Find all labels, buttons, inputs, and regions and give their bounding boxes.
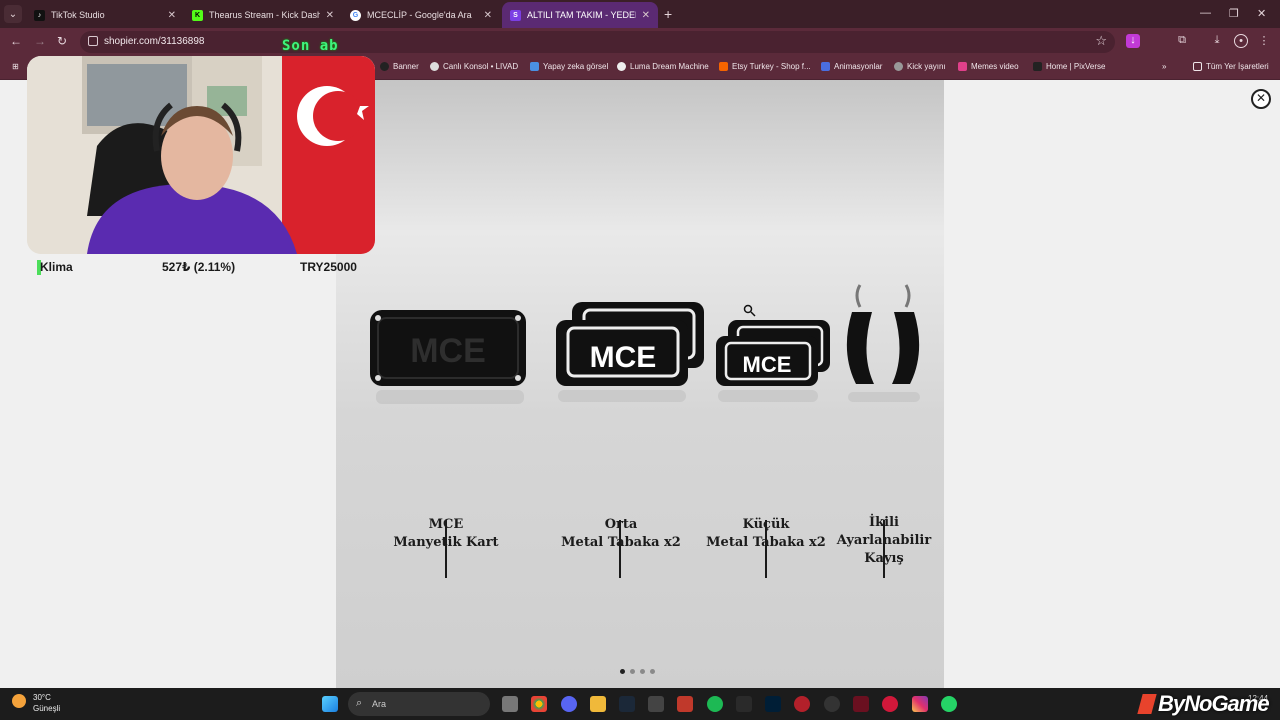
tab-search-button[interactable]: ⌄ (4, 5, 22, 23)
steam-icon[interactable] (619, 696, 635, 712)
brand-icon (1137, 694, 1157, 714)
all-bookmarks-folder[interactable]: Tüm Yer İşaretleri (1193, 62, 1269, 71)
bookmark-luma[interactable]: Luma Dream Machine (617, 62, 709, 71)
tiktok-icon: ♪ (34, 9, 45, 21)
profile-icon[interactable]: • (1234, 34, 1248, 48)
obs-icon[interactable] (824, 696, 840, 712)
bookmark-ai-image[interactable]: Yapay zeka görsel (530, 62, 608, 71)
more-bookmarks-icon[interactable]: » (1162, 62, 1166, 71)
close-lightbox-button[interactable]: ✕ (1251, 89, 1271, 109)
photoshop-icon[interactable] (765, 696, 781, 712)
start-icon[interactable] (322, 696, 338, 712)
close-tab-icon[interactable]: ✕ (168, 10, 176, 21)
restore-icon[interactable]: ❐ (1229, 7, 1239, 20)
kick-icon: K (192, 9, 203, 21)
ticker-price: TRY25000 (300, 260, 357, 274)
app-icon[interactable] (853, 696, 869, 712)
ticker-name: Klima (40, 260, 73, 274)
minimize-icon[interactable]: — (1200, 7, 1211, 19)
close-tab-icon[interactable]: ✕ (326, 10, 334, 21)
ticker-change: 527₺ (2.11%) (162, 260, 236, 274)
windows-taskbar: 30°C Güneşli ⌕ Ara 12:44 (0, 688, 1280, 720)
whatsapp-icon[interactable] (941, 696, 957, 712)
svg-text:MCE: MCE (743, 352, 792, 377)
tab-google[interactable]: G MCECLİP - Google'da Ara ✕ (342, 2, 500, 28)
item-label-medium-plates: Orta Metal Tabaka x2 (561, 517, 681, 550)
stream-overlay-text: Son ab (282, 38, 339, 54)
bookmark-animations[interactable]: Animasyonlar (821, 62, 882, 71)
app-icon[interactable] (794, 696, 810, 712)
svg-text:MCE: MCE (590, 341, 657, 374)
tab-tiktok[interactable]: ♪ TikTok Studio ✕ (26, 2, 184, 28)
close-window-icon[interactable]: ✕ (1257, 7, 1266, 20)
site-info-icon[interactable] (88, 36, 98, 46)
bookmark-banner[interactable]: Banner (380, 62, 419, 71)
close-tab-icon[interactable]: ✕ (484, 10, 492, 21)
search-icon: ⌕ (356, 697, 363, 709)
tab-shopier[interactable]: S ALTILI TAM TAKIM - YEDEK ME ✕ (502, 2, 658, 28)
weather-widget[interactable]: 30°C Güneşli (12, 692, 60, 714)
forward-icon[interactable]: → (34, 34, 46, 48)
bookmark-etsy[interactable]: Etsy Turkey - Shop f... (719, 62, 811, 71)
bookmark-pixverse[interactable]: Home | PixVerse (1033, 62, 1105, 71)
medium-plates-image: MCE MCE (556, 302, 704, 402)
straps-image (846, 284, 920, 402)
carousel-dot[interactable] (640, 669, 645, 674)
browser-toolbar: ← → ↻ shopier.com/31136898 ☆ ↓ ⧉ ⤓ • ⋮ (0, 28, 1280, 56)
carousel-dot[interactable] (650, 669, 655, 674)
stock-ticker: Klima 527₺ (2.11%) TRY25000 (37, 258, 367, 278)
instagram-icon[interactable] (912, 696, 928, 712)
watermark-logo: ByNoGame (1137, 691, 1270, 717)
taskbar-search[interactable]: ⌕ Ara (348, 692, 490, 716)
webcam-feed (27, 56, 375, 254)
spotify-icon[interactable] (707, 696, 723, 712)
product-image[interactable]: MCE MCE MCE MCE MCE (336, 80, 944, 688)
carousel-dot[interactable] (620, 669, 625, 674)
app-icon[interactable] (677, 696, 693, 712)
bookmark-memes[interactable]: Memes video (958, 62, 1019, 71)
extension-download-icon[interactable]: ↓ (1126, 34, 1140, 48)
menu-icon[interactable]: ⋮ (1257, 34, 1271, 48)
tab-kick[interactable]: K Thearus Stream - Kick Dashboard ✕ (184, 2, 342, 28)
app-icon[interactable] (648, 696, 664, 712)
discord-icon[interactable] (561, 696, 577, 712)
carousel-dot[interactable] (630, 669, 635, 674)
file-explorer-icon[interactable] (590, 696, 606, 712)
chrome-icon[interactable] (531, 696, 547, 712)
shopier-icon: S (510, 9, 521, 21)
bookmark-livad[interactable]: Canlı Konsol • LIVAD (430, 62, 518, 71)
carousel-dots (620, 669, 655, 674)
item-label-small-plates: Küçük Metal Tabaka x2 (706, 517, 826, 550)
epic-games-icon[interactable] (736, 696, 752, 712)
task-view-icon[interactable] (502, 696, 518, 712)
sun-icon (12, 694, 26, 708)
product-illustration: MCE MCE MCE MCE MCE (370, 284, 920, 404)
bookmark-kick[interactable]: Kick yayını (894, 62, 946, 71)
magnetic-card-image: MCE (370, 310, 526, 404)
browser-tab-bar: ⌄ ♪ TikTok Studio ✕ K Thearus Stream - K… (0, 0, 1280, 28)
reload-icon[interactable]: ↻ (57, 34, 67, 48)
webcam-overlay (27, 56, 375, 254)
zoom-cursor-icon (743, 304, 756, 317)
downloads-icon[interactable]: ⤓ (1210, 34, 1224, 48)
bookmark-star-icon[interactable]: ☆ (1095, 33, 1107, 49)
close-tab-icon[interactable]: ✕ (642, 10, 650, 21)
address-bar[interactable]: shopier.com/31136898 ☆ (80, 31, 1115, 53)
item-label-straps: İkili Ayarlanabilir Kayış (836, 515, 932, 566)
new-tab-button[interactable]: + (664, 6, 672, 22)
svg-text:MCE: MCE (410, 332, 486, 370)
item-label-magnetic-card: MCE Manyetik Kart (393, 517, 499, 550)
google-icon: G (350, 9, 361, 21)
back-icon[interactable]: ← (10, 34, 22, 48)
extensions-icon[interactable]: ⧉ (1175, 34, 1189, 48)
opera-icon[interactable] (882, 696, 898, 712)
apps-icon[interactable]: ⊞ (12, 62, 19, 71)
small-plates-image: MCE MCE (716, 320, 830, 402)
